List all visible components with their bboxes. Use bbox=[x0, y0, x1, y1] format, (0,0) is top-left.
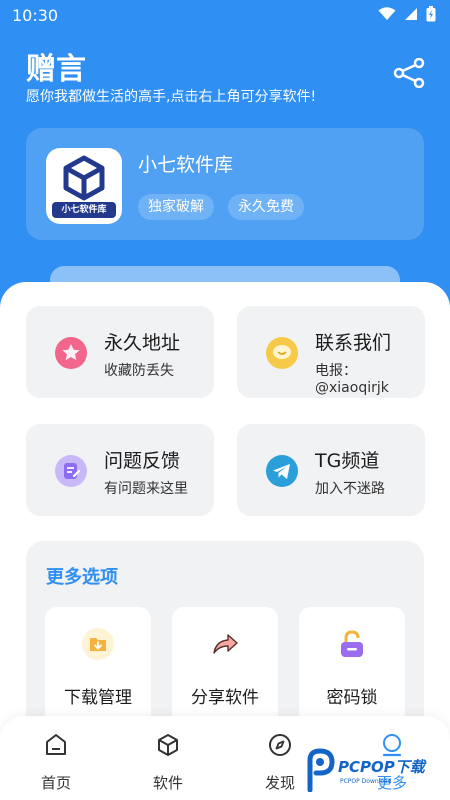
compass-icon bbox=[269, 734, 291, 756]
share-software-option[interactable]: 分享软件 bbox=[172, 607, 278, 727]
tag-free: 永久免费 bbox=[228, 194, 304, 220]
watermark-logo-icon bbox=[307, 748, 335, 792]
watermark: PCPOP下载 PCPOP Download bbox=[302, 748, 448, 794]
password-lock-option[interactable]: 密码锁 bbox=[299, 607, 405, 727]
page-title: 赠言 bbox=[26, 52, 86, 87]
status-bar: 10:30 bbox=[0, 0, 450, 32]
contact-us-card[interactable]: 联系我们 电报：@xiaoqirjk bbox=[237, 306, 425, 398]
watermark-text: PCPOP下载 bbox=[338, 758, 425, 776]
battery-icon bbox=[426, 6, 436, 22]
header-background: 10:30 赠言 愿你我都做生活的高手,点击右上角可分享软件! 小七软件库 小七… bbox=[0, 0, 450, 330]
nav-label: 发现 bbox=[264, 774, 295, 792]
action-title: 问题反馈 bbox=[104, 450, 181, 472]
signal-icon bbox=[405, 8, 417, 20]
download-folder-icon bbox=[82, 628, 114, 660]
action-subtitle: 有问题来这里 bbox=[104, 481, 188, 497]
option-label: 下载管理 bbox=[64, 688, 132, 708]
app-logo: 小七软件库 bbox=[46, 148, 122, 224]
app-logo-badge: 小七软件库 bbox=[52, 202, 116, 218]
action-title: 永久地址 bbox=[104, 332, 181, 354]
permanent-address-card[interactable]: 永久地址 收藏防丢失 bbox=[26, 306, 214, 398]
nav-label: 首页 bbox=[40, 774, 71, 792]
option-label: 分享软件 bbox=[191, 688, 259, 708]
cube-icon bbox=[158, 734, 178, 756]
watermark-subtext: PCPOP Download bbox=[340, 778, 392, 785]
profile-card: 小七软件库 小七软件库 独家破解 永久免费 bbox=[26, 128, 424, 240]
nav-discover[interactable]: 发现 bbox=[250, 732, 310, 796]
tg-channel-card[interactable]: TG频道 加入不迷路 bbox=[237, 424, 425, 516]
home-icon bbox=[46, 734, 66, 755]
nav-home[interactable]: 首页 bbox=[26, 732, 86, 796]
status-time: 10:30 bbox=[12, 6, 59, 25]
action-title: 联系我们 bbox=[315, 332, 392, 354]
share-arrow-icon bbox=[213, 634, 238, 654]
action-subtitle: 加入不迷路 bbox=[315, 481, 385, 497]
option-label: 密码锁 bbox=[326, 688, 378, 708]
status-icons bbox=[378, 6, 436, 22]
cube-logo-icon bbox=[63, 155, 105, 201]
more-options-title: 更多选项 bbox=[46, 567, 118, 588]
feedback-card[interactable]: 问题反馈 有问题来这里 bbox=[26, 424, 214, 516]
download-manager-option[interactable]: 下载管理 bbox=[45, 607, 151, 727]
tag-exclusive: 独家破解 bbox=[138, 194, 214, 220]
app-name: 小七软件库 bbox=[138, 154, 234, 176]
wifi-icon bbox=[378, 7, 396, 20]
telegram-icon bbox=[266, 455, 298, 487]
share-icon[interactable] bbox=[392, 58, 426, 88]
action-subtitle: 电报：@xiaoqirjk bbox=[315, 363, 389, 396]
action-subtitle: 收藏防丢失 bbox=[104, 363, 174, 379]
chat-icon bbox=[266, 337, 298, 369]
lock-icon bbox=[341, 630, 363, 657]
nav-software[interactable]: 软件 bbox=[138, 732, 198, 796]
page-subtitle: 愿你我都做生活的高手,点击右上角可分享软件! bbox=[26, 89, 317, 105]
feedback-icon bbox=[55, 455, 87, 487]
star-icon bbox=[55, 337, 87, 369]
action-title: TG频道 bbox=[315, 450, 380, 472]
nav-label: 软件 bbox=[152, 774, 183, 792]
